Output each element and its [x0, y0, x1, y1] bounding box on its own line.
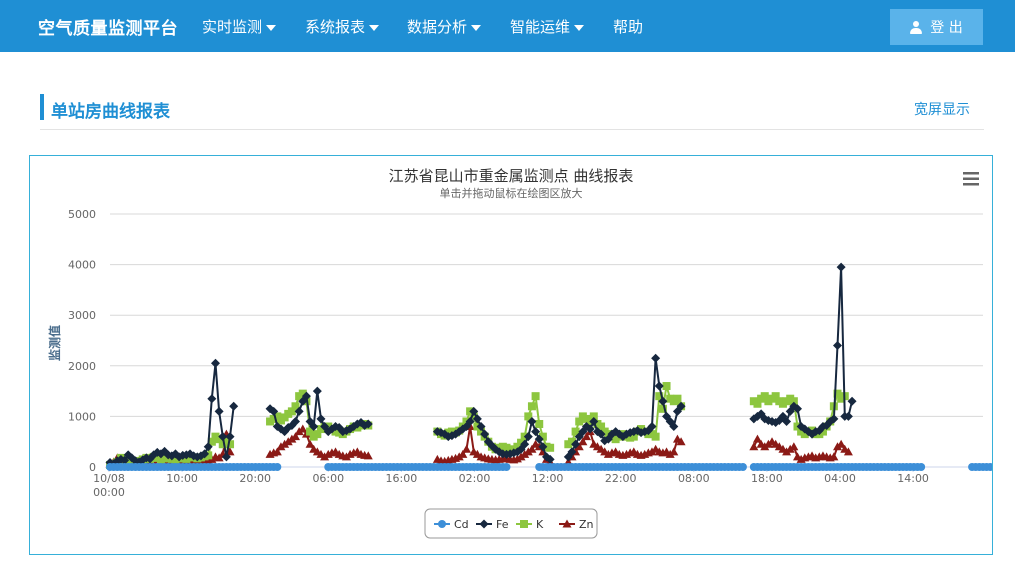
data-point: [749, 442, 759, 451]
app-title[interactable]: 空气质量监测平台: [38, 14, 178, 39]
x-tick-label: 10:00: [166, 472, 198, 485]
chevron-down-icon: [471, 24, 482, 31]
x-tick-label: 04:00: [824, 472, 856, 485]
data-point: [673, 394, 682, 403]
data-point: [917, 463, 926, 471]
nav-label: 帮助: [613, 18, 644, 36]
legend-item-zn[interactable]: Zn: [579, 518, 594, 531]
chart-subtitle: 单击并拖动鼠标在绘图区放大: [440, 186, 583, 200]
x-tick-label: 14:00: [897, 472, 929, 485]
data-point: [527, 402, 536, 411]
data-point: [654, 381, 664, 391]
x-tick-label: 20:00: [239, 472, 271, 485]
data-point: [738, 463, 747, 471]
data-point: [210, 358, 220, 368]
x-tick-label: 06:00: [312, 472, 344, 485]
legend-marker: [520, 520, 528, 528]
data-point: [836, 262, 846, 272]
x-tick-label: 10/08 00:00: [93, 472, 125, 499]
hamburger-menu-icon[interactable]: [963, 172, 979, 186]
series-cd: [106, 463, 992, 471]
data-point: [833, 341, 842, 351]
x-tick-label: 22:00: [605, 472, 637, 485]
legend-marker: [438, 520, 446, 528]
data-point: [316, 414, 326, 424]
legend-item-fe[interactable]: Fe: [496, 518, 509, 531]
data-point: [461, 444, 471, 453]
legend-item-k[interactable]: K: [536, 518, 544, 531]
x-tick-label: 08:00: [678, 472, 710, 485]
nav-realtime-monitoring[interactable]: 实时监测: [202, 16, 277, 37]
section-title: 单站房曲线报表: [51, 102, 170, 122]
logout-button[interactable]: 登 出: [890, 9, 983, 45]
chart-panel: 0 1000 2000 3000 4000 5000 10/08 00:00 10:00 20:0…: [29, 155, 993, 555]
fullscreen-link[interactable]: 宽屏显示: [914, 99, 970, 119]
top-navbar: 空气质量监测平台 实时监测 系统报表 数据分析 智能运维 帮助 登 出: [0, 0, 1015, 52]
data-point: [273, 463, 282, 471]
x-tick-label: 02:00: [459, 472, 491, 485]
data-point: [651, 353, 661, 363]
chart-title: 江苏省昆山市重金属监测点 曲线报表: [389, 167, 634, 185]
data-point: [229, 401, 239, 411]
section-divider: [40, 129, 984, 130]
y-axis-title: 监测值: [47, 325, 62, 361]
y-tick-label: 1000: [68, 410, 96, 423]
nav-label: 系统报表: [305, 18, 366, 36]
x-tick-label: 18:00: [751, 472, 783, 485]
data-point: [312, 386, 322, 396]
y-tick-label: 2000: [68, 360, 96, 373]
section-accent-bar: [40, 94, 44, 120]
nav-system-reports[interactable]: 系统报表: [305, 16, 380, 37]
data-point: [214, 406, 224, 416]
nav-label: 智能运维: [510, 18, 571, 36]
legend-item-cd[interactable]: Cd: [454, 518, 469, 531]
series-line: [109, 363, 235, 466]
data-point: [531, 392, 540, 401]
data-point: [502, 463, 511, 471]
nav-smart-operations[interactable]: 智能运维: [510, 16, 585, 37]
x-tick-label: 16:00: [386, 472, 418, 485]
nav-data-analysis[interactable]: 数据分析: [407, 16, 482, 37]
chart-legend: Cd Fe K Zn: [424, 508, 598, 539]
data-point: [207, 394, 217, 404]
line-chart[interactable]: 01000200030004000500010/08 00:0010:00 20:0…: [30, 156, 992, 554]
chart-series: [105, 262, 992, 471]
y-tick-label: 3000: [68, 309, 96, 322]
chevron-down-icon: [574, 24, 585, 31]
chevron-down-icon: [266, 24, 277, 31]
user-icon: [910, 20, 923, 34]
data-point: [535, 419, 544, 428]
chevron-down-icon: [369, 24, 380, 31]
data-point: [531, 427, 541, 437]
y-tick-label: 5000: [68, 208, 96, 221]
x-tick-label: 12:00: [532, 472, 564, 485]
data-point: [847, 396, 857, 406]
nav-label: 实时监测: [202, 18, 263, 36]
data-point: [651, 432, 660, 441]
data-point: [546, 443, 555, 452]
logout-label: 登 出: [930, 20, 963, 36]
y-tick-label: 4000: [68, 259, 96, 272]
nav-label: 数据分析: [407, 18, 468, 36]
nav-help[interactable]: 帮助: [613, 16, 643, 37]
